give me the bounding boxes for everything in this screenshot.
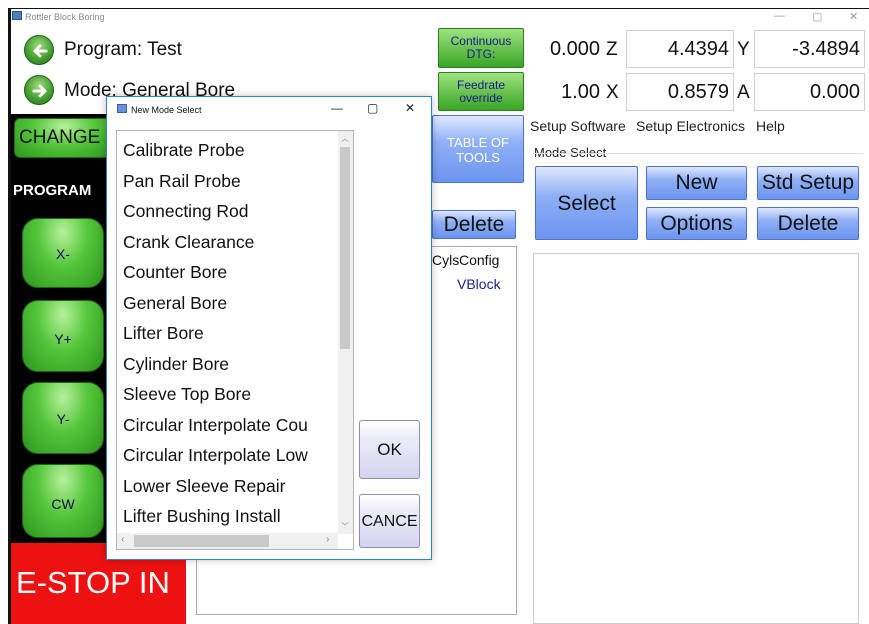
dro-a-value: 0.000 <box>754 73 865 111</box>
next-mode-button[interactable] <box>24 75 54 105</box>
dro-y2-value: -3.4894 <box>754 30 865 68</box>
dro-z-value: 0.000 <box>530 31 604 69</box>
maximize-icon[interactable]: ▢ <box>812 10 822 23</box>
jog-cw-button[interactable]: CW <box>22 464 104 538</box>
main-titlebar <box>8 8 869 30</box>
list-item[interactable]: Cylinder Bore <box>123 354 339 385</box>
minimize-icon[interactable]: — <box>774 10 785 22</box>
list-item[interactable]: Calibrate Probe <box>123 140 339 171</box>
divider <box>533 153 863 154</box>
list-item[interactable]: Lifter Bore <box>123 323 339 354</box>
dro-y-axis: Y <box>737 39 750 60</box>
arrow-right-icon <box>32 84 47 98</box>
select-button[interactable]: Select <box>535 166 638 240</box>
list-item[interactable]: Counter Bore <box>123 262 339 293</box>
menu-setup-software[interactable]: Setup Software <box>530 118 626 134</box>
dro-x-axis: X <box>606 82 619 103</box>
list-item[interactable]: Lower Sleeve Repair <box>123 476 339 507</box>
scroll-left-icon[interactable]: ‹ <box>121 534 124 545</box>
menu-setup-electronics[interactable]: Setup Electronics <box>636 118 745 134</box>
dialog-title: New Mode Select <box>131 105 202 115</box>
window-title: Rottler Block Boring <box>25 12 105 22</box>
horizontal-scrollbar-thumb[interactable] <box>134 535 269 547</box>
arrow-left-icon <box>33 44 48 58</box>
estop-label: E-STOP IN <box>16 565 170 600</box>
menu-help[interactable]: Help <box>756 118 785 134</box>
list-item[interactable]: Circular Interpolate Low <box>123 445 339 476</box>
delete-background-button[interactable]: Delete <box>432 210 516 239</box>
list-item[interactable]: Sleeve Top Bore <box>123 384 339 415</box>
list-item[interactable]: Circular Interpolate Cou <box>123 415 339 446</box>
mode-list-items: Calibrate Probe Pan Rail Probe Connectin… <box>123 140 339 540</box>
std-setup-button[interactable]: Std Setup <box>757 166 859 200</box>
ok-button[interactable]: OK <box>359 420 420 479</box>
table-of-tools-button[interactable]: TABLE OF TOOLS <box>432 115 524 183</box>
list-item[interactable]: Pan Rail Probe <box>123 171 339 202</box>
continuous-dtg-button[interactable]: Continuous DTG: <box>438 28 524 68</box>
scroll-down-icon[interactable]: ﹀ <box>341 521 349 532</box>
vertical-scrollbar-thumb[interactable] <box>340 147 350 349</box>
mode-list-panel[interactable] <box>533 253 859 624</box>
column-config: Config <box>459 252 500 268</box>
close-icon[interactable]: ✕ <box>849 10 858 23</box>
new-button[interactable]: New <box>646 166 747 200</box>
jog-y-minus-button[interactable]: Y- <box>22 382 104 454</box>
dtg-label: DTG: <box>466 47 496 61</box>
table-of-label: TABLE OF <box>447 135 509 150</box>
program-label: Program: Test <box>64 39 182 60</box>
cancel-button[interactable]: CANCE <box>359 494 420 548</box>
list-item[interactable]: Connecting Rod <box>123 201 339 232</box>
program-heading: PROGRAM <box>13 182 92 199</box>
list-item[interactable]: Crank Clearance <box>123 232 339 263</box>
config-value: VBlock <box>457 276 501 292</box>
options-button[interactable]: Options <box>646 207 747 240</box>
dro-z-axis: Z <box>606 39 618 60</box>
dro-x-value: 1.00 <box>530 74 604 112</box>
feedrate-override-button[interactable]: Feedrate override <box>438 72 524 111</box>
jog-x-minus-button[interactable]: X- <box>22 218 104 288</box>
override-label: override <box>459 91 503 105</box>
column-cyls: Cyls <box>432 252 460 268</box>
dialog-minimize-icon[interactable]: — <box>331 101 343 115</box>
dro-a-axis: A <box>737 82 750 103</box>
tools-label: TOOLS <box>456 150 500 165</box>
dro-y-value: 4.4394 <box>626 30 734 68</box>
app-icon <box>12 11 22 20</box>
delete-button[interactable]: Delete <box>757 207 859 240</box>
dialog-app-icon <box>117 104 127 113</box>
dialog-close-icon[interactable]: ✕ <box>405 101 415 115</box>
scroll-up-icon[interactable]: ︿ <box>341 133 349 144</box>
change-button[interactable]: CHANGE <box>14 118 114 158</box>
list-item[interactable]: General Bore <box>123 293 339 324</box>
previous-program-button[interactable] <box>24 35 54 65</box>
jog-y-plus-button[interactable]: Y+ <box>22 300 104 372</box>
list-item[interactable]: Lifter Bushing Install <box>123 506 339 537</box>
scroll-right-icon[interactable]: › <box>326 534 329 545</box>
dro-x2-value: 0.8579 <box>626 73 734 111</box>
dialog-maximize-icon[interactable]: ▢ <box>367 101 378 115</box>
